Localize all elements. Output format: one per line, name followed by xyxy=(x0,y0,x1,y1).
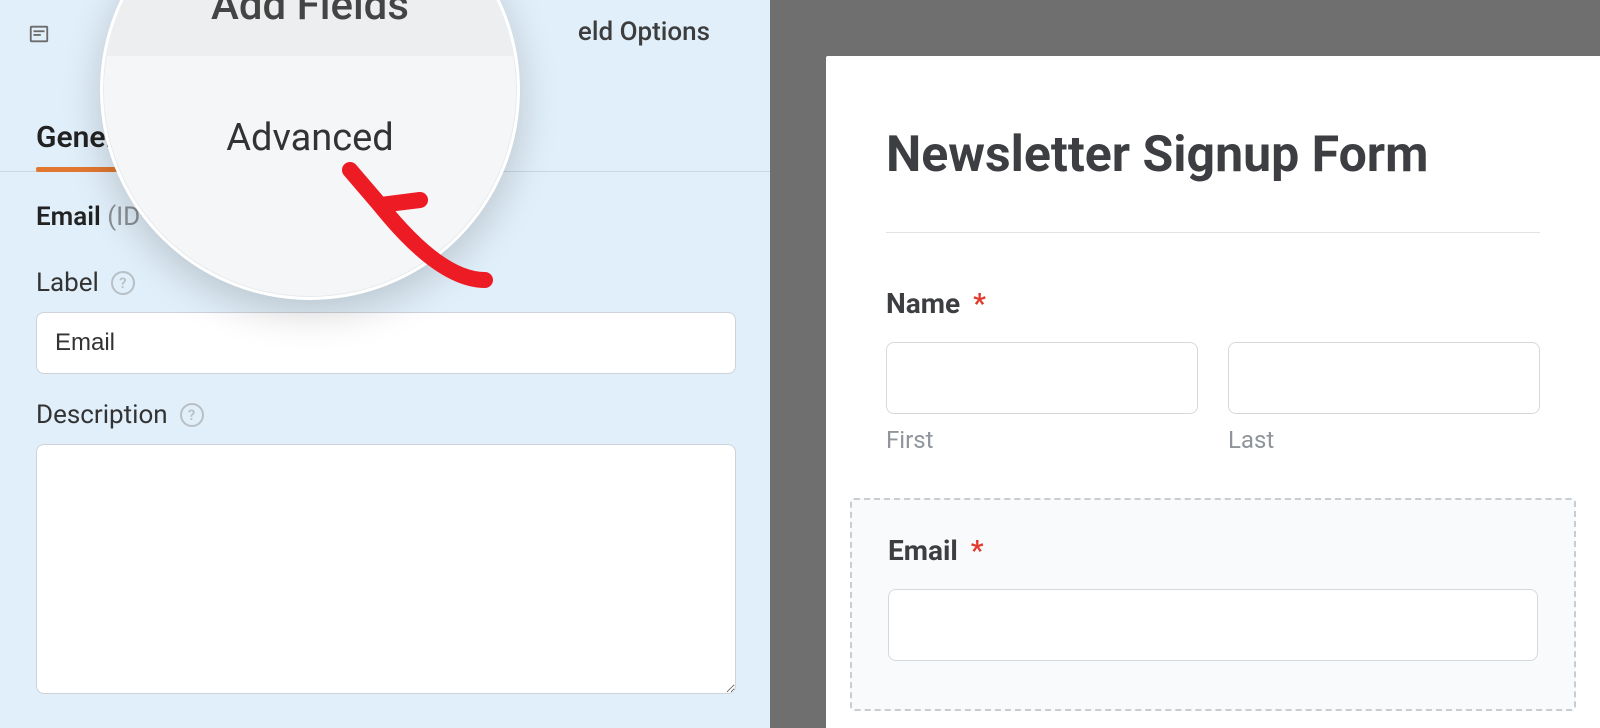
label-input[interactable] xyxy=(36,312,736,374)
description-control-label: Description ? xyxy=(36,400,734,430)
email-label-text: Email xyxy=(888,534,958,567)
help-icon[interactable]: ? xyxy=(180,403,204,427)
first-name-input[interactable] xyxy=(886,342,1198,414)
email-field-selected[interactable]: Email * xyxy=(850,498,1576,711)
form-icon xyxy=(28,22,50,42)
help-icon[interactable]: ? xyxy=(111,271,135,295)
required-asterisk: * xyxy=(973,287,986,320)
app-root: eld Options General Advanced ogic Email … xyxy=(0,0,1600,728)
email-field-label: Email * xyxy=(888,534,1538,567)
tab-add-fields[interactable] xyxy=(0,0,78,64)
description-control-group: Description ? xyxy=(0,374,770,698)
description-text: Description xyxy=(36,400,168,430)
form-title: Newsletter Signup Form xyxy=(886,126,1540,184)
magnifier-add-fields: Add Fields xyxy=(103,0,517,56)
tab-field-options-label-partial: eld Options xyxy=(578,17,710,47)
last-sublabel: Last xyxy=(1228,426,1540,454)
first-name-col: First xyxy=(886,342,1198,454)
name-row: First Last xyxy=(886,342,1540,454)
name-label-text: Name xyxy=(886,287,960,320)
tab-field-options-partial[interactable]: eld Options xyxy=(550,0,770,64)
name-field-label: Name * xyxy=(886,287,1540,320)
form-divider xyxy=(886,232,1540,233)
first-sublabel: First xyxy=(886,426,1198,454)
field-options-panel: eld Options General Advanced ogic Email … xyxy=(0,0,770,728)
last-name-input[interactable] xyxy=(1228,342,1540,414)
magnifier-inner: Add Fields Advanced xyxy=(103,0,517,160)
form-preview-panel: Newsletter Signup Form Name * First Last… xyxy=(770,0,1600,728)
email-input[interactable] xyxy=(888,589,1538,661)
description-textarea[interactable] xyxy=(36,444,736,694)
magnifier-advanced: Advanced xyxy=(226,116,393,160)
required-asterisk: * xyxy=(971,534,984,567)
last-name-col: Last xyxy=(1228,342,1540,454)
label-text: Label xyxy=(36,268,99,298)
form-preview-card: Newsletter Signup Form Name * First Last… xyxy=(826,56,1600,728)
field-name: Email xyxy=(36,202,101,232)
